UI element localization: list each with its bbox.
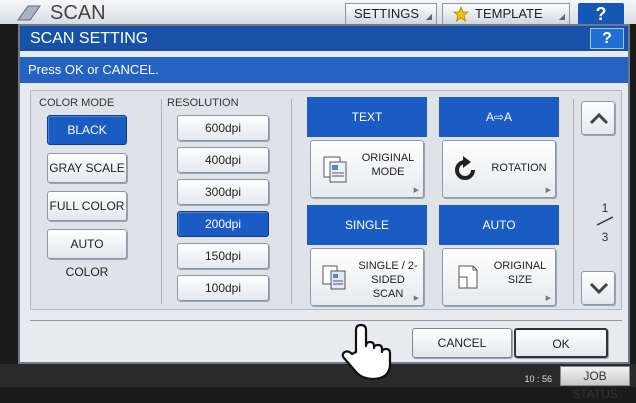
chevron-down-icon bbox=[589, 282, 609, 295]
color-grayscale-button[interactable]: GRAY SCALE bbox=[47, 153, 127, 183]
hand-cursor-icon bbox=[341, 323, 392, 381]
resolution-400-button[interactable]: 400dpi bbox=[177, 147, 269, 173]
original-size-button[interactable]: ORIGINAL SIZE ▶ bbox=[442, 248, 556, 306]
rotation-label: ROTATION bbox=[491, 162, 547, 174]
corner-arrow-icon: ▶ bbox=[545, 295, 551, 302]
original-mode-group: TEXT ORIGINAL MODE ▶ bbox=[307, 97, 427, 204]
page-total: 3 bbox=[601, 230, 609, 244]
divider bbox=[573, 99, 574, 304]
original-size-header: AUTO bbox=[439, 205, 559, 245]
message-bar: Press OK or CANCEL. bbox=[20, 57, 628, 83]
dialog-help-button[interactable]: ? bbox=[590, 28, 624, 49]
settings-panel: COLOR MODE BLACK GRAY SCALE FULL COLOR A… bbox=[30, 90, 622, 310]
tab-settings[interactable]: SETTINGS ◢ bbox=[345, 3, 437, 24]
app-title: SCAN bbox=[50, 2, 106, 24]
tab-corner-arrow-icon: ◢ bbox=[558, 12, 566, 21]
tab-template-label: TEMPLATE bbox=[475, 6, 543, 21]
original-size-group: AUTO ORIGINAL SIZE ▶ bbox=[439, 205, 559, 312]
resolution-150-button[interactable]: 150dpi bbox=[177, 243, 269, 269]
rotation-group: A⇨A ROTATION ▶ bbox=[439, 97, 559, 204]
original-mode-label: ORIGINAL MODE bbox=[361, 152, 415, 178]
page-current: 1 bbox=[601, 201, 609, 215]
document-mode-icon bbox=[323, 156, 347, 183]
sided-scan-group: SINGLE SINGLE / 2- SIDED SCAN ▶ bbox=[307, 205, 427, 312]
divider bbox=[291, 99, 292, 304]
paper-size-icon bbox=[458, 265, 478, 289]
corner-arrow-icon: ▶ bbox=[413, 295, 419, 302]
original-mode-button[interactable]: ORIGINAL MODE ▶ bbox=[310, 140, 424, 198]
corner-arrow-icon: ▶ bbox=[413, 187, 419, 194]
page-separator-icon bbox=[596, 216, 614, 226]
tab-corner-arrow-icon: ◢ bbox=[425, 12, 433, 21]
sided-scan-header: SINGLE bbox=[307, 205, 427, 245]
sided-scan-label: SINGLE / 2- SIDED SCAN bbox=[358, 260, 418, 300]
ok-button[interactable]: OK bbox=[514, 328, 608, 358]
chevron-up-icon bbox=[589, 112, 609, 125]
resolution-600-button[interactable]: 600dpi bbox=[177, 115, 269, 141]
cancel-button[interactable]: CANCEL bbox=[412, 328, 512, 358]
clock: 10 : 56 bbox=[524, 374, 552, 384]
help-button[interactable]: ? bbox=[578, 3, 624, 25]
divider bbox=[30, 320, 622, 321]
page-indicator: 1 3 bbox=[593, 201, 617, 244]
divider bbox=[161, 99, 162, 304]
tab-template[interactable]: TEMPLATE ◢ bbox=[442, 3, 570, 24]
rotation-header: A⇨A bbox=[439, 97, 559, 137]
job-status-button[interactable]: JOB STATUS bbox=[560, 366, 630, 401]
original-mode-header: TEXT bbox=[307, 97, 427, 137]
scan-setting-dialog: SCAN SETTING ? Press OK or CANCEL. COLOR… bbox=[18, 24, 630, 381]
resolution-100-button[interactable]: 100dpi bbox=[177, 275, 269, 301]
sided-scan-button[interactable]: SINGLE / 2- SIDED SCAN ▶ bbox=[310, 248, 424, 306]
corner-arrow-icon: ▶ bbox=[545, 187, 551, 194]
color-black-button[interactable]: BLACK bbox=[47, 115, 127, 145]
dialog-title: SCAN SETTING bbox=[20, 26, 628, 51]
scroll-up-button[interactable] bbox=[581, 101, 615, 135]
duplex-icon bbox=[322, 265, 346, 290]
scroll-down-button[interactable] bbox=[581, 271, 615, 305]
tab-settings-label: SETTINGS bbox=[354, 6, 420, 21]
rotation-button[interactable]: ROTATION ▶ bbox=[442, 140, 556, 198]
resolution-300-button[interactable]: 300dpi bbox=[177, 179, 269, 205]
rotate-icon bbox=[455, 156, 475, 180]
color-fullcolor-button[interactable]: FULL COLOR bbox=[47, 191, 127, 221]
scan-icon bbox=[17, 5, 41, 21]
color-autocolor-button[interactable]: AUTO COLOR bbox=[47, 229, 127, 279]
star-icon bbox=[453, 6, 469, 22]
original-size-label: ORIGINAL SIZE bbox=[493, 260, 547, 286]
resolution-label: RESOLUTION bbox=[167, 97, 239, 109]
resolution-200-button[interactable]: 200dpi bbox=[177, 211, 269, 237]
color-mode-label: COLOR MODE bbox=[39, 97, 115, 109]
